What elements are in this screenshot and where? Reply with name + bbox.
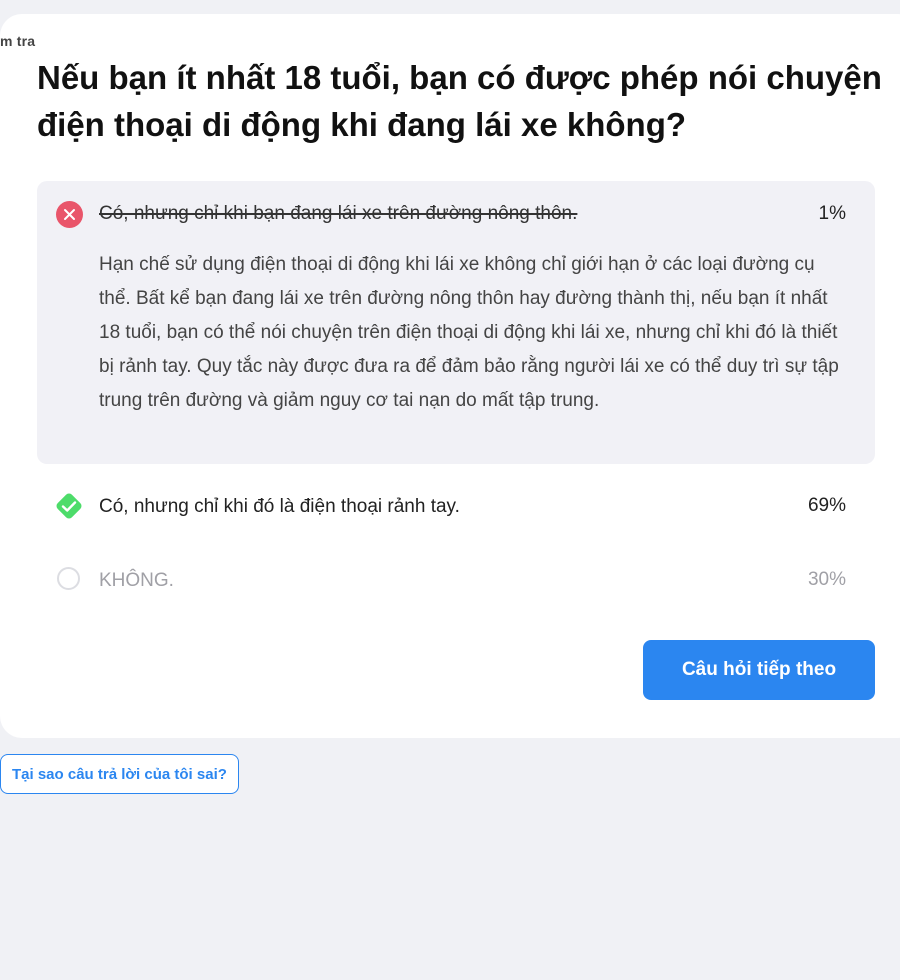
- check-diamond-icon: [52, 489, 86, 523]
- answer-percent: 30%: [807, 569, 846, 590]
- empty-circle-icon: [57, 567, 80, 590]
- answer-percent: 1%: [818, 203, 846, 224]
- x-circle-icon: [56, 201, 83, 228]
- answer-text: Có, nhưng chỉ khi bạn đang lái xe trên đ…: [99, 203, 578, 224]
- answer-option-correct[interactable]: Có, nhưng chỉ khi đó là điện thoại rảnh …: [37, 479, 875, 535]
- answer-option-wrong[interactable]: Có, nhưng chỉ khi bạn đang lái xe trên đ…: [37, 181, 875, 464]
- breadcrumb: m tra: [0, 33, 36, 49]
- next-question-button[interactable]: Câu hỏi tiếp theo: [643, 640, 875, 700]
- why-wrong-button[interactable]: Tại sao câu trả lời của tôi sai?: [0, 754, 239, 794]
- answer-text: Có, nhưng chỉ khi đó là điện thoại rảnh …: [99, 496, 460, 517]
- answer-row-header: Có, nhưng chỉ khi bạn đang lái xe trên đ…: [37, 181, 875, 245]
- question-title: Nếu bạn ít nhất 18 tuổi, bạn có được phé…: [37, 59, 882, 143]
- answer-option-neutral[interactable]: KHÔNG. 30%: [37, 553, 875, 609]
- answer-text: KHÔNG.: [99, 570, 174, 591]
- answer-percent: 69%: [807, 495, 846, 516]
- answer-explanation: Hạn chế sử dụng điện thoại di động khi l…: [99, 254, 839, 411]
